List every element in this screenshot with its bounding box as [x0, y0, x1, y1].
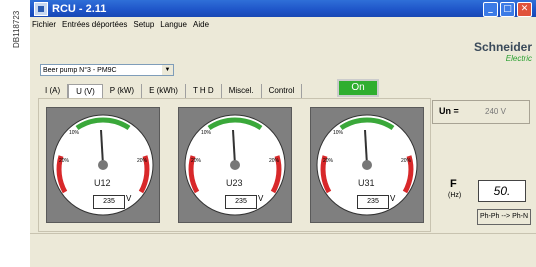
menu-fichier[interactable]: Fichier [32, 20, 56, 29]
tab-voltage[interactable]: U (V) [68, 84, 103, 98]
frequency-label: F [450, 178, 457, 190]
app-window: RCU - 2.11 _ □ ✕ Fichier Entrées déporté… [30, 0, 536, 267]
value-readout: 235 [93, 195, 125, 209]
title-bar: RCU - 2.11 _ □ ✕ [30, 0, 536, 17]
gauge-u23: 10% 20% 20% U23 235 V [178, 107, 292, 223]
tab-energy[interactable]: E (kWh) [142, 84, 186, 98]
menu-bar: Fichier Entrées déportées Setup Langue A… [30, 17, 536, 31]
tab-miscel[interactable]: Miscel. [222, 84, 262, 98]
frequency-value: 50. [478, 180, 526, 202]
value-readout: 235 [357, 195, 389, 209]
tab-power[interactable]: P (kW) [103, 84, 143, 98]
tab-thd[interactable]: T H D [186, 84, 222, 98]
value-readout: 235 [225, 195, 257, 209]
minimize-icon[interactable]: _ [483, 2, 498, 17]
menu-aide[interactable]: Aide [193, 20, 209, 29]
figure-code: DB118723 [0, 0, 22, 267]
chevron-down-icon[interactable]: ▼ [162, 65, 173, 75]
frequency-unit: (Hz) [448, 192, 462, 199]
window-title: RCU - 2.11 [52, 2, 107, 15]
gauge-label: U12 [94, 178, 111, 188]
tab-current[interactable]: I (A) [38, 84, 69, 98]
app-icon [34, 1, 48, 16]
gauge-label: U23 [226, 178, 243, 188]
tab-bar: I (A) U (V) P (kW) E (kWh) T H D Miscel.… [38, 84, 303, 98]
menu-langue[interactable]: Langue [160, 20, 187, 29]
status-bar [30, 233, 536, 236]
on-status-button[interactable]: On [337, 79, 379, 97]
phase-toggle-button[interactable]: Ph-Ph --> Ph-N [477, 209, 531, 225]
nominal-voltage: Un = 240 V [432, 100, 530, 124]
menu-setup[interactable]: Setup [133, 20, 154, 29]
menu-entrees-deportees[interactable]: Entrées déportées [62, 20, 127, 29]
brand-logo: Schneider Electric [473, 40, 532, 63]
gauge-panel: 10% 20% 20% U12 235 V 10% 20% 20% U23 23… [38, 98, 431, 232]
tab-control[interactable]: Control [262, 84, 303, 98]
gauge-label: U31 [358, 178, 375, 188]
gauge-u12: 10% 20% 20% U12 235 V [46, 107, 160, 223]
close-icon[interactable]: ✕ [517, 2, 532, 17]
gauge-u31: 10% 20% 20% U31 235 V [310, 107, 424, 223]
maximize-icon[interactable]: □ [500, 2, 515, 17]
device-select[interactable]: Beer pump N°3 - PM9C ▼ [40, 64, 174, 76]
